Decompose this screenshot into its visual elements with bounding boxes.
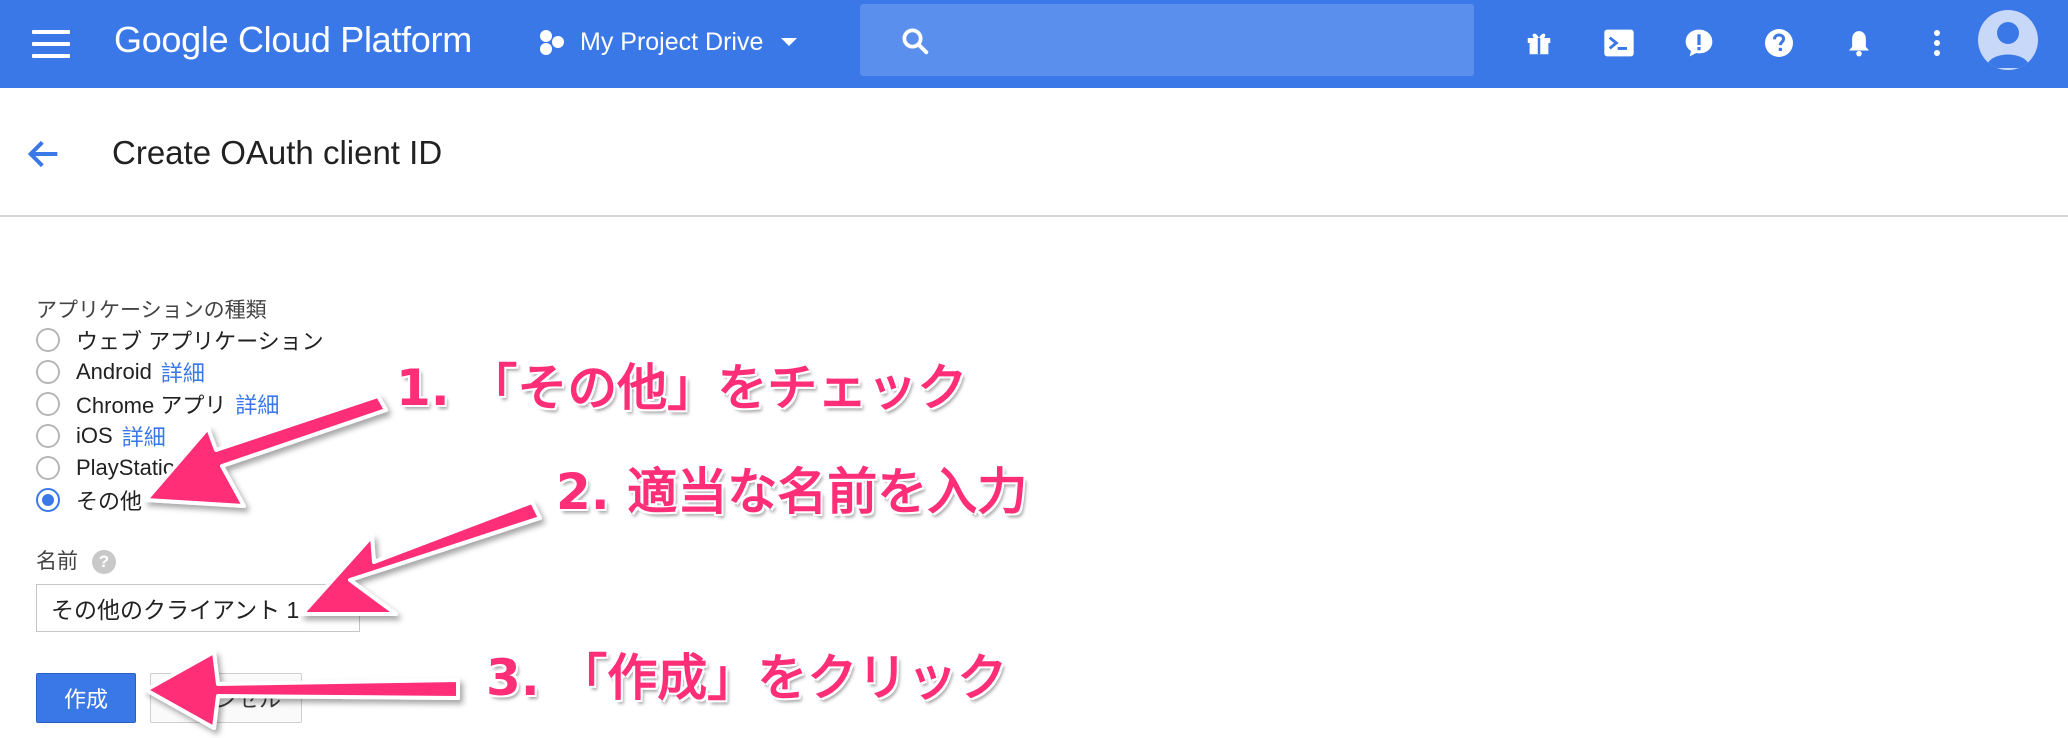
feedback-icon[interactable]	[1676, 20, 1722, 66]
name-label-text: 名前	[36, 550, 78, 573]
project-icon	[538, 28, 566, 56]
radio-label: ウェブ アプリケーション	[76, 329, 324, 354]
cloud-shell-icon[interactable]	[1596, 20, 1642, 66]
radio-label: iOS	[76, 423, 113, 448]
brand-title[interactable]: Google Cloud Platform	[114, 16, 472, 64]
menu-icon[interactable]	[32, 30, 70, 58]
radio-label: Chrome アプリ	[76, 393, 227, 418]
radio-option-other[interactable]: その他	[36, 484, 142, 516]
search-icon	[902, 28, 929, 55]
details-link[interactable]: 詳細	[235, 388, 279, 420]
page-title: Create OAuth client ID	[112, 134, 443, 171]
annotation-step-2: 2. 適当な名前を入力	[556, 463, 1028, 521]
radio-option-web-application[interactable]: ウェブ アプリケーション	[36, 324, 324, 356]
page-header: Create OAuth client ID	[0, 88, 2068, 217]
search-bar[interactable]	[860, 4, 1474, 76]
radio-label: PlayStation	[76, 455, 188, 480]
radio-button[interactable]	[36, 456, 60, 480]
more-vert-icon[interactable]	[1914, 20, 1960, 66]
name-field-label: 名前 ?	[36, 547, 116, 577]
help-icon[interactable]	[1756, 20, 1802, 66]
cancel-button[interactable]: キャンセル	[150, 673, 302, 723]
project-name: My Project Drive	[580, 27, 764, 56]
top-app-bar: Google Cloud Platform My Project Drive	[0, 0, 2068, 88]
radio-option-playstation[interactable]: PlayStation	[36, 452, 187, 484]
radio-label: その他	[76, 489, 143, 514]
details-link[interactable]: 詳細	[122, 420, 166, 452]
dropdown-arrow-icon	[781, 38, 798, 46]
radio-label: Android	[76, 359, 152, 384]
radio-button-selected[interactable]	[36, 488, 60, 512]
radio-button[interactable]	[36, 328, 60, 352]
application-type-label: アプリケーションの種類	[36, 299, 267, 322]
gift-icon[interactable]	[1516, 20, 1562, 66]
radio-button[interactable]	[36, 392, 60, 416]
radio-option-chrome-app[interactable]: Chrome アプリ 詳細	[36, 388, 279, 420]
name-input[interactable]	[36, 584, 360, 632]
radio-button[interactable]	[36, 424, 60, 448]
details-link[interactable]: 詳細	[161, 356, 205, 388]
account-icon[interactable]	[1978, 10, 2038, 70]
annotation-step-1: 1. 「その他」をチェック	[396, 359, 968, 417]
project-selector[interactable]: My Project Drive	[538, 20, 798, 64]
help-icon[interactable]: ?	[92, 550, 116, 574]
radio-option-android[interactable]: Android 詳細	[36, 356, 205, 388]
create-button[interactable]: 作成	[36, 673, 136, 723]
back-arrow-icon[interactable]	[24, 134, 64, 174]
radio-button[interactable]	[36, 360, 60, 384]
notifications-icon[interactable]	[1836, 20, 1882, 66]
annotation-step-3: 3. 「作成」をクリック	[486, 649, 1008, 707]
radio-option-ios[interactable]: iOS 詳細	[36, 420, 166, 452]
